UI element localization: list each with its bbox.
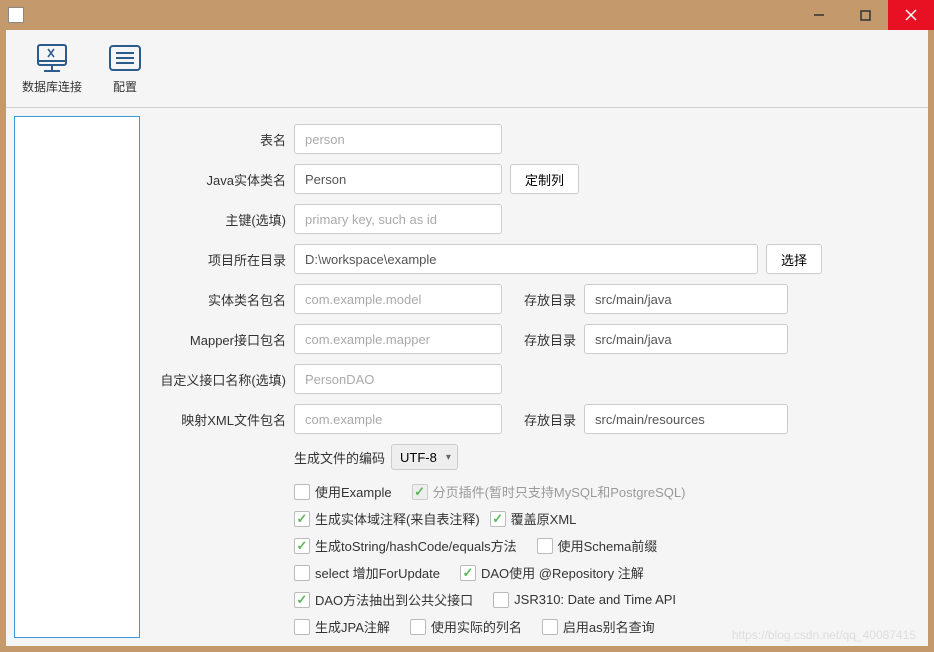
side-panel[interactable] bbox=[14, 116, 140, 638]
cb-use-schema[interactable] bbox=[537, 538, 553, 554]
cb-as-alias[interactable] bbox=[542, 619, 558, 635]
database-icon bbox=[33, 42, 71, 74]
custom-column-button[interactable]: 定制列 bbox=[510, 164, 579, 194]
label-mapper-storage-dir: 存放目录 bbox=[510, 330, 576, 349]
config-icon bbox=[106, 42, 144, 74]
cb-select-forupdate-label[interactable]: select 增加ForUpdate bbox=[315, 563, 440, 582]
close-button[interactable] bbox=[888, 0, 934, 30]
label-mapper-package: Mapper接口包名 bbox=[158, 330, 286, 349]
cb-actual-column-label[interactable]: 使用实际的列名 bbox=[431, 617, 522, 636]
label-entity-name: Java实体类名 bbox=[158, 170, 286, 189]
label-table-name: 表名 bbox=[158, 130, 286, 149]
app-icon bbox=[8, 7, 24, 23]
cb-use-example-label[interactable]: 使用Example bbox=[315, 482, 392, 501]
cb-jsr310[interactable] bbox=[493, 592, 509, 608]
table-name-input[interactable] bbox=[294, 124, 502, 154]
encoding-select[interactable]: UTF-8 bbox=[391, 444, 458, 470]
cb-actual-column[interactable] bbox=[410, 619, 426, 635]
cb-dao-extract-label[interactable]: DAO方法抽出到公共父接口 bbox=[315, 590, 473, 609]
primary-key-input[interactable] bbox=[294, 204, 502, 234]
config-label: 配置 bbox=[113, 78, 137, 95]
cb-jpa-annotation[interactable] bbox=[294, 619, 310, 635]
label-xml-storage-dir: 存放目录 bbox=[510, 410, 576, 429]
config-button[interactable]: 配置 bbox=[106, 42, 144, 95]
db-connection-button[interactable]: 数据库连接 bbox=[22, 42, 82, 95]
project-dir-input[interactable] bbox=[294, 244, 758, 274]
label-custom-interface: 自定义接口名称(选填) bbox=[158, 370, 286, 389]
cb-as-alias-label[interactable]: 启用as别名查询 bbox=[563, 617, 655, 636]
cb-override-xml-label[interactable]: 覆盖原XML bbox=[511, 509, 577, 528]
minimize-button[interactable] bbox=[796, 0, 842, 30]
db-connection-label: 数据库连接 bbox=[22, 78, 82, 95]
cb-generate-tostring[interactable] bbox=[294, 538, 310, 554]
entity-dir-input[interactable] bbox=[584, 284, 788, 314]
cb-dao-repository-label[interactable]: DAO使用 @Repository 注解 bbox=[481, 563, 644, 582]
label-project-dir: 项目所在目录 bbox=[158, 250, 286, 269]
cb-jpa-annotation-label[interactable]: 生成JPA注解 bbox=[315, 617, 390, 636]
xml-dir-input[interactable] bbox=[584, 404, 788, 434]
cb-generate-comment-label[interactable]: 生成实体域注释(来自表注释) bbox=[315, 509, 480, 528]
cb-select-forupdate[interactable] bbox=[294, 565, 310, 581]
mapper-package-input[interactable] bbox=[294, 324, 502, 354]
cb-pagination-label: 分页插件(暂时只支持MySQL和PostgreSQL) bbox=[433, 482, 686, 501]
entity-name-input[interactable] bbox=[294, 164, 502, 194]
cb-override-xml[interactable] bbox=[490, 511, 506, 527]
cb-pagination bbox=[412, 484, 428, 500]
label-xml-package: 映射XML文件包名 bbox=[158, 410, 286, 429]
cb-dao-repository[interactable] bbox=[460, 565, 476, 581]
mapper-dir-input[interactable] bbox=[584, 324, 788, 354]
label-primary-key: 主键(选填) bbox=[158, 210, 286, 229]
cb-generate-comment[interactable] bbox=[294, 511, 310, 527]
cb-generate-tostring-label[interactable]: 生成toString/hashCode/equals方法 bbox=[315, 536, 517, 555]
entity-package-input[interactable] bbox=[294, 284, 502, 314]
custom-interface-input[interactable] bbox=[294, 364, 502, 394]
maximize-button[interactable] bbox=[842, 0, 888, 30]
label-entity-package: 实体类名包名 bbox=[158, 290, 286, 309]
xml-package-input[interactable] bbox=[294, 404, 502, 434]
label-entity-storage-dir: 存放目录 bbox=[510, 290, 576, 309]
cb-jsr310-label[interactable]: JSR310: Date and Time API bbox=[514, 592, 676, 607]
cb-use-example[interactable] bbox=[294, 484, 310, 500]
choose-dir-button[interactable]: 选择 bbox=[766, 244, 822, 274]
cb-use-schema-label[interactable]: 使用Schema前缀 bbox=[558, 536, 658, 555]
encoding-value: UTF-8 bbox=[400, 450, 437, 465]
label-encoding: 生成文件的编码 bbox=[294, 448, 385, 467]
cb-dao-extract[interactable] bbox=[294, 592, 310, 608]
